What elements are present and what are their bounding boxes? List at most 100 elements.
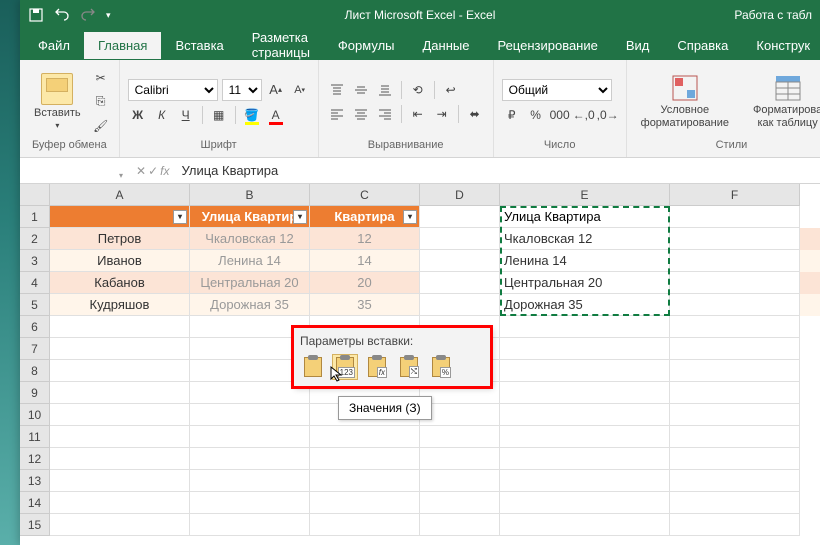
- table-header-cell[interactable]: Квартира▾: [310, 206, 420, 228]
- align-center-icon[interactable]: [351, 104, 371, 124]
- cell[interactable]: [50, 338, 190, 360]
- tab-help[interactable]: Справка: [663, 32, 742, 59]
- undo-icon[interactable]: [54, 7, 70, 23]
- cell[interactable]: Центральная 20: [190, 272, 310, 294]
- font-size-select[interactable]: 11: [222, 79, 262, 101]
- font-color-icon[interactable]: A: [266, 105, 286, 125]
- cell[interactable]: [50, 316, 190, 338]
- filter-icon[interactable]: ▾: [173, 210, 187, 224]
- tab-file[interactable]: Файл: [24, 32, 84, 59]
- cell[interactable]: [670, 448, 800, 470]
- cell[interactable]: [420, 404, 500, 426]
- cell[interactable]: Ленина 14: [500, 250, 670, 272]
- cell[interactable]: [670, 250, 800, 272]
- row-header[interactable]: 4: [20, 272, 50, 294]
- cell[interactable]: [420, 470, 500, 492]
- format-as-table-button[interactable]: Форматирова как таблицу: [747, 72, 820, 130]
- cell[interactable]: [190, 338, 310, 360]
- paste-option-keep-source[interactable]: [300, 354, 326, 380]
- grow-font-icon[interactable]: A▴: [266, 80, 286, 100]
- row-header[interactable]: 7: [20, 338, 50, 360]
- percent-icon[interactable]: %: [526, 105, 546, 125]
- cell[interactable]: [420, 448, 500, 470]
- align-middle-icon[interactable]: [351, 80, 371, 100]
- row-header[interactable]: 10: [20, 404, 50, 426]
- cell[interactable]: [670, 206, 800, 228]
- cell[interactable]: [670, 514, 800, 536]
- col-header[interactable]: C: [310, 184, 420, 206]
- col-header[interactable]: E: [500, 184, 670, 206]
- cell[interactable]: Дорожная 35: [190, 294, 310, 316]
- increase-decimal-icon[interactable]: ←,0: [574, 105, 594, 125]
- cell[interactable]: Чкаловская 12: [190, 228, 310, 250]
- cell[interactable]: [310, 514, 420, 536]
- tab-insert[interactable]: Вставка: [161, 32, 237, 59]
- cell[interactable]: [190, 492, 310, 514]
- cell[interactable]: [670, 272, 800, 294]
- row-header[interactable]: 14: [20, 492, 50, 514]
- formula-input[interactable]: Улица Квартира: [175, 163, 820, 178]
- decrease-decimal-icon[interactable]: ,0→: [598, 105, 618, 125]
- cell[interactable]: [500, 338, 670, 360]
- cell[interactable]: [50, 360, 190, 382]
- cell[interactable]: [190, 360, 310, 382]
- underline-button[interactable]: Ч: [176, 105, 196, 125]
- filter-icon[interactable]: ▾: [293, 210, 307, 224]
- cell[interactable]: [420, 228, 500, 250]
- font-name-select[interactable]: Calibri: [128, 79, 218, 101]
- align-right-icon[interactable]: [375, 104, 395, 124]
- wrap-text-icon[interactable]: ↩: [441, 80, 461, 100]
- cell[interactable]: [420, 294, 500, 316]
- align-left-icon[interactable]: [327, 104, 347, 124]
- cell[interactable]: [670, 470, 800, 492]
- tab-design[interactable]: Конструк: [742, 32, 820, 59]
- cell[interactable]: [190, 470, 310, 492]
- cell[interactable]: [50, 448, 190, 470]
- row-header[interactable]: 11: [20, 426, 50, 448]
- orientation-icon[interactable]: ⟲: [408, 80, 428, 100]
- cell[interactable]: Иванов: [50, 250, 190, 272]
- cell[interactable]: [190, 316, 310, 338]
- cell[interactable]: [670, 492, 800, 514]
- cell[interactable]: [670, 426, 800, 448]
- paste-option-transpose[interactable]: ⤭: [396, 354, 422, 380]
- cell[interactable]: [500, 316, 670, 338]
- cancel-formula-icon[interactable]: ✕: [136, 164, 146, 178]
- comma-icon[interactable]: 000: [550, 105, 570, 125]
- cell[interactable]: Дорожная 35: [500, 294, 670, 316]
- paste-button[interactable]: Вставить ▾: [28, 71, 87, 132]
- cell[interactable]: [420, 272, 500, 294]
- cell[interactable]: [670, 338, 800, 360]
- format-painter-icon[interactable]: 🖌: [91, 116, 111, 136]
- cell[interactable]: Петров: [50, 228, 190, 250]
- cell[interactable]: [420, 250, 500, 272]
- align-bottom-icon[interactable]: [375, 80, 395, 100]
- cell[interactable]: [670, 228, 800, 250]
- fill-color-icon[interactable]: 🪣: [242, 105, 262, 125]
- tab-data[interactable]: Данные: [409, 32, 484, 59]
- cell[interactable]: [420, 514, 500, 536]
- copy-icon[interactable]: ⎘: [91, 92, 111, 112]
- paste-option-values[interactable]: 123: [332, 354, 358, 380]
- cell[interactable]: [50, 470, 190, 492]
- cell[interactable]: [190, 514, 310, 536]
- cell[interactable]: [50, 492, 190, 514]
- cell[interactable]: [500, 426, 670, 448]
- paste-option-formatting[interactable]: %: [428, 354, 454, 380]
- tab-formulas[interactable]: Формулы: [324, 32, 409, 59]
- fx-icon[interactable]: fx: [160, 164, 169, 178]
- cell[interactable]: Кудряшов: [50, 294, 190, 316]
- cell[interactable]: [420, 206, 500, 228]
- cell[interactable]: [50, 382, 190, 404]
- cell[interactable]: [500, 404, 670, 426]
- cell[interactable]: [310, 470, 420, 492]
- cell[interactable]: 12: [310, 228, 420, 250]
- bold-button[interactable]: Ж: [128, 105, 148, 125]
- cell[interactable]: Улица Квартира: [500, 206, 670, 228]
- shrink-font-icon[interactable]: A▾: [290, 80, 310, 100]
- row-header[interactable]: 3: [20, 250, 50, 272]
- cell[interactable]: [670, 316, 800, 338]
- redo-icon[interactable]: [80, 7, 96, 23]
- currency-icon[interactable]: ₽: [502, 105, 522, 125]
- tab-view[interactable]: Вид: [612, 32, 664, 59]
